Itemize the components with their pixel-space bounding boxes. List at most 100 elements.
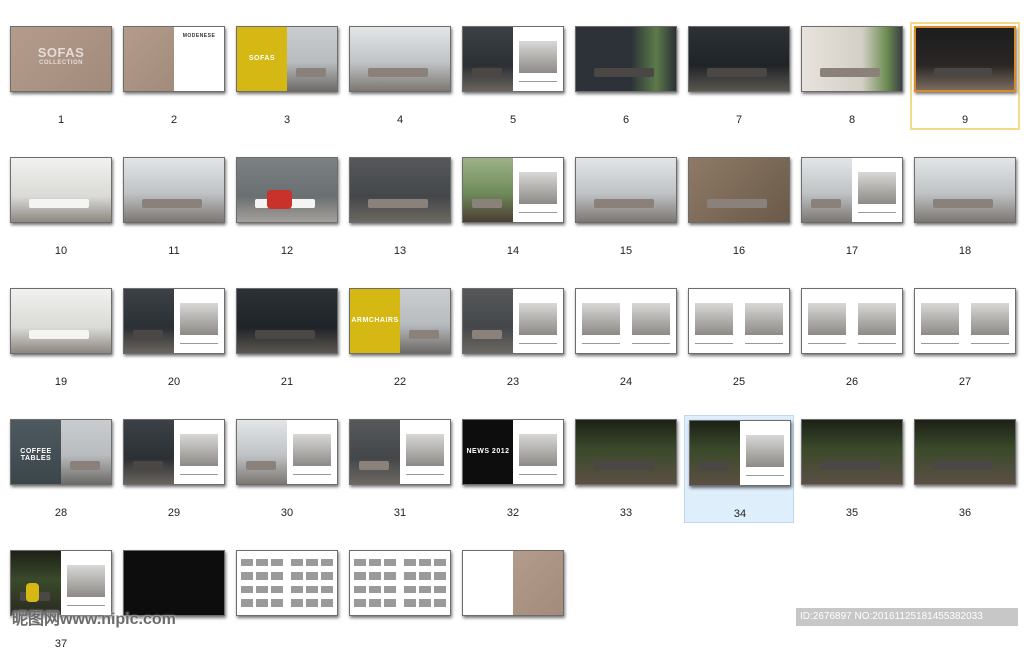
page-thumbnail[interactable]: 10 (6, 153, 116, 261)
thumbnail-photo (921, 303, 959, 336)
page-thumbnail[interactable]: 34 (684, 415, 794, 523)
thumbnail-catalog-item (291, 558, 303, 567)
page-thumbnail[interactable]: 18 (910, 153, 1020, 261)
thumbnail-image[interactable] (914, 157, 1016, 223)
thumbnail-sofa (255, 329, 315, 339)
thumbnail-image[interactable] (10, 157, 112, 223)
thumbnail-image[interactable]: MODENESE (123, 26, 225, 92)
page-thumbnail[interactable]: 13 (345, 153, 455, 261)
thumbnail-catalog-item (369, 599, 381, 607)
thumbnail-image[interactable] (688, 26, 790, 92)
thumbnail-image[interactable] (462, 157, 564, 223)
thumbnail-sofa (296, 67, 326, 77)
page-thumbnail[interactable]: SOFAS 3 (232, 22, 342, 130)
page-thumbnail[interactable]: 6 (571, 22, 681, 130)
page-thumbnail[interactable]: 30 (232, 415, 342, 523)
page-number: 9 (961, 114, 969, 126)
page-number: 27 (958, 376, 972, 388)
page-thumbnail[interactable]: 26 (797, 284, 907, 392)
thumbnail-image[interactable] (10, 288, 112, 354)
thumbnail-image[interactable] (123, 288, 225, 354)
thumbnail-image[interactable] (689, 420, 791, 486)
thumbnail-image[interactable] (462, 550, 564, 616)
page-thumbnail[interactable]: 36 (910, 415, 1020, 523)
thumbnail-image[interactable] (123, 157, 225, 223)
thumbnail-image[interactable] (236, 288, 338, 354)
thumbnail-image[interactable] (462, 288, 564, 354)
thumbnail-image[interactable] (914, 419, 1016, 485)
page-thumbnail[interactable]: COFFEE TABLES 28 (6, 415, 116, 523)
page-thumbnail[interactable] (232, 546, 342, 654)
thumbnail-image[interactable] (462, 26, 564, 92)
page-thumbnail[interactable]: 37 (6, 546, 116, 654)
thumbnail-sofa (133, 329, 163, 339)
page-thumbnail[interactable]: 17 (797, 153, 907, 261)
thumbnail-sofa (472, 329, 502, 339)
thumbnail-panel (915, 289, 965, 353)
thumbnail-image[interactable] (914, 26, 1016, 92)
thumbnail-image[interactable] (236, 550, 338, 616)
thumbnail-image[interactable] (801, 26, 903, 92)
thumbnail-catalog-item (241, 558, 253, 567)
thumbnail-image[interactable] (688, 157, 790, 223)
page-thumbnail[interactable]: 19 (6, 284, 116, 392)
page-thumbnail[interactable]: 4 (345, 22, 455, 130)
thumbnail-image[interactable] (575, 419, 677, 485)
thumbnail-panel (463, 289, 513, 353)
page-thumbnail[interactable]: 20 (119, 284, 229, 392)
thumbnail-image[interactable] (688, 288, 790, 354)
page-thumbnail[interactable]: ARMCHAIRS 22 (345, 284, 455, 392)
page-thumbnail[interactable] (119, 546, 229, 654)
thumbnail-image[interactable] (123, 419, 225, 485)
page-thumbnail[interactable]: MODENESE 2 (119, 22, 229, 130)
page-thumbnail[interactable]: 5 (458, 22, 568, 130)
thumbnail-image[interactable] (349, 26, 451, 92)
thumbnail-image[interactable] (349, 157, 451, 223)
thumbnail-image[interactable] (236, 419, 338, 485)
page-thumbnail[interactable]: 16 (684, 153, 794, 261)
page-thumbnail[interactable]: 23 (458, 284, 568, 392)
page-thumbnail[interactable]: 15 (571, 153, 681, 261)
page-thumbnail[interactable]: NEWS 2012 32 (458, 415, 568, 523)
page-thumbnail[interactable]: 11 (119, 153, 229, 261)
thumbnail-image[interactable]: SOFAS COLLECTION (10, 26, 112, 92)
page-thumbnail[interactable]: 33 (571, 415, 681, 523)
thumbnail-image[interactable] (801, 288, 903, 354)
thumbnail-image[interactable] (349, 550, 451, 616)
page-thumbnail[interactable]: 35 (797, 415, 907, 523)
page-thumbnail[interactable]: SOFAS COLLECTION 1 (6, 22, 116, 130)
page-thumbnail[interactable]: 9 (910, 22, 1020, 130)
thumbnail-image[interactable]: ARMCHAIRS (349, 288, 451, 354)
page-thumbnail[interactable]: 29 (119, 415, 229, 523)
thumbnail-catalog-item (354, 585, 366, 594)
page-thumbnail[interactable]: 27 (910, 284, 1020, 392)
thumbnail-image[interactable]: NEWS 2012 (462, 419, 564, 485)
page-thumbnail[interactable]: 21 (232, 284, 342, 392)
page-thumbnail[interactable]: 12 (232, 153, 342, 261)
page-number: 5 (509, 114, 517, 126)
thumbnail-catalog-item (354, 558, 366, 567)
page-thumbnail[interactable]: 8 (797, 22, 907, 130)
page-thumbnail[interactable]: 14 (458, 153, 568, 261)
page-number: 36 (958, 507, 972, 519)
thumbnail-image[interactable] (236, 157, 338, 223)
thumbnail-image[interactable]: COFFEE TABLES (10, 419, 112, 485)
thumbnail-image[interactable] (914, 288, 1016, 354)
thumbnail-image[interactable] (575, 26, 677, 92)
thumbnail-image[interactable] (801, 419, 903, 485)
thumbnail-image[interactable] (349, 419, 451, 485)
page-thumbnail[interactable]: 25 (684, 284, 794, 392)
page-number: 21 (280, 376, 294, 388)
page-thumbnail[interactable]: 31 (345, 415, 455, 523)
page-thumbnail[interactable] (345, 546, 455, 654)
page-thumbnail[interactable]: 24 (571, 284, 681, 392)
thumbnail-caption-line (582, 342, 620, 344)
thumbnail-image[interactable] (575, 288, 677, 354)
page-thumbnail[interactable]: 7 (684, 22, 794, 130)
thumbnail-image[interactable] (575, 157, 677, 223)
page-thumbnail[interactable] (458, 546, 568, 654)
page-number: 28 (54, 507, 68, 519)
thumbnail-image[interactable] (801, 157, 903, 223)
thumbnail-image[interactable]: SOFAS (236, 26, 338, 92)
page-number: 25 (732, 376, 746, 388)
